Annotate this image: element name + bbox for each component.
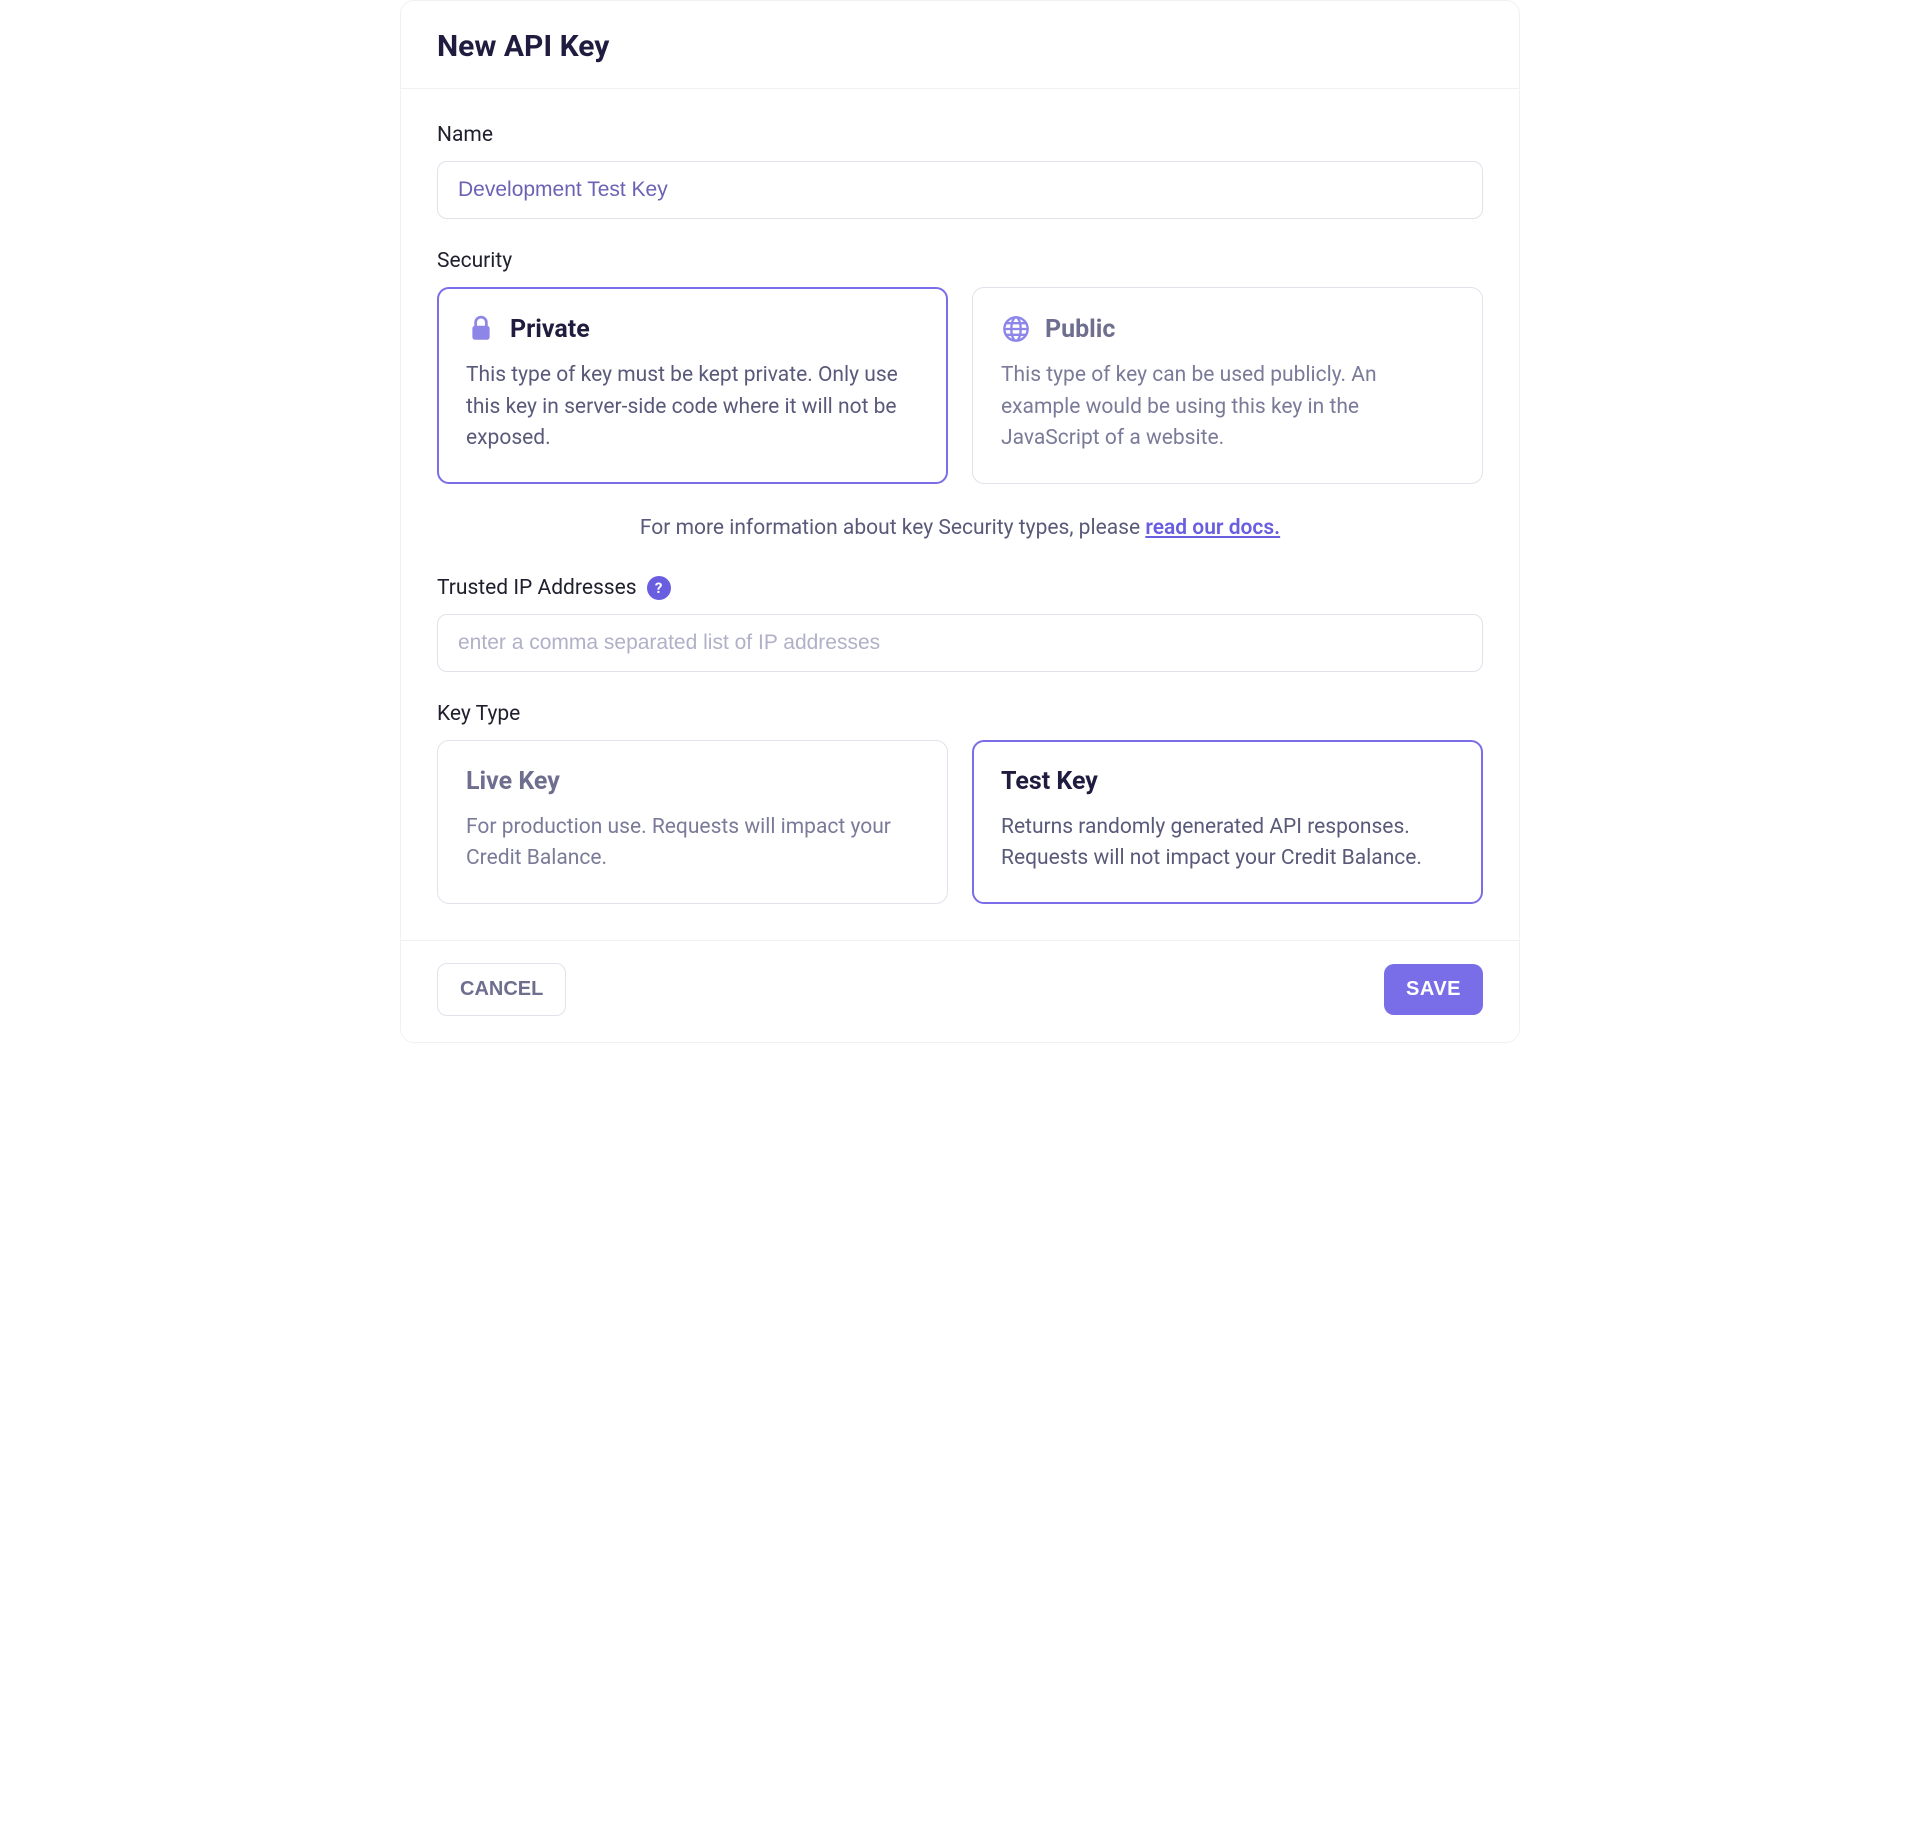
security-label: Security: [437, 249, 1483, 273]
security-info-text: For more information about key Security …: [640, 516, 1145, 540]
name-input[interactable]: [437, 161, 1483, 219]
security-info: For more information about key Security …: [437, 516, 1483, 540]
key-type-option-test[interactable]: Test Key Returns randomly generated API …: [972, 740, 1483, 904]
security-options: Private This type of key must be kept pr…: [437, 287, 1483, 484]
security-private-desc: This type of key must be kept private. O…: [466, 360, 919, 455]
help-icon[interactable]: ?: [647, 576, 671, 600]
modal-footer: CANCEL SAVE: [401, 940, 1519, 1042]
lock-icon: [466, 314, 496, 344]
key-type-option-live[interactable]: Live Key For production use. Requests wi…: [437, 740, 948, 904]
security-private-title: Private: [510, 315, 590, 344]
name-label: Name: [437, 123, 1483, 147]
key-type-test-desc: Returns randomly generated API responses…: [1001, 812, 1454, 875]
key-type-test-title: Test Key: [1001, 767, 1098, 796]
card-header: Private: [466, 314, 919, 344]
cancel-button[interactable]: CANCEL: [437, 963, 566, 1016]
modal-header: New API Key: [401, 1, 1519, 89]
key-type-options: Live Key For production use. Requests wi…: [437, 740, 1483, 904]
trusted-ip-label: Trusted IP Addresses ?: [437, 576, 1483, 600]
card-header: Test Key: [1001, 767, 1454, 796]
security-public-title: Public: [1045, 315, 1115, 344]
new-api-key-modal: New API Key Name Security: [400, 0, 1520, 1043]
security-docs-link[interactable]: read our docs.: [1145, 516, 1280, 540]
key-type-live-desc: For production use. Requests will impact…: [466, 812, 919, 875]
card-header: Public: [1001, 314, 1454, 344]
modal-title: New API Key: [437, 29, 1483, 64]
security-option-private[interactable]: Private This type of key must be kept pr…: [437, 287, 948, 484]
security-section: Security Private This type of key must b…: [437, 249, 1483, 540]
card-header: Live Key: [466, 767, 919, 796]
key-type-live-title: Live Key: [466, 767, 560, 796]
globe-icon: [1001, 314, 1031, 344]
save-button[interactable]: SAVE: [1384, 964, 1483, 1015]
security-public-desc: This type of key can be used publicly. A…: [1001, 360, 1454, 455]
key-type-label: Key Type: [437, 702, 1483, 726]
trusted-ip-input[interactable]: [437, 614, 1483, 672]
security-option-public[interactable]: Public This type of key can be used publ…: [972, 287, 1483, 484]
key-type-section: Key Type Live Key For production use. Re…: [437, 702, 1483, 904]
name-section: Name: [437, 123, 1483, 219]
modal-body: Name Security Private: [401, 89, 1519, 940]
trusted-ip-section: Trusted IP Addresses ?: [437, 576, 1483, 672]
trusted-ip-label-text: Trusted IP Addresses: [437, 576, 637, 600]
